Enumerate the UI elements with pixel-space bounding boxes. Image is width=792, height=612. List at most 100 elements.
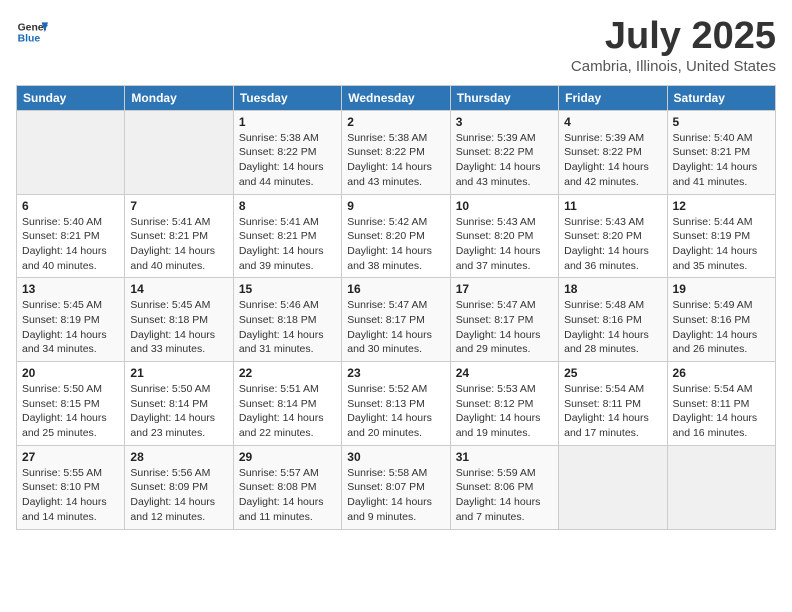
day-number: 27: [22, 450, 119, 464]
day-info: Sunrise: 5:39 AM Sunset: 8:22 PM Dayligh…: [564, 131, 661, 190]
calendar-day-cell: 16 Sunrise: 5:47 AM Sunset: 8:17 PM Dayli…: [342, 278, 450, 362]
day-number: 14: [130, 282, 227, 296]
calendar-day-cell: 23Sunrise: 5:52 AM Sunset: 8:13 PM Dayli…: [342, 362, 450, 446]
title-block: July 2025 Cambria, Illinois, United Stat…: [571, 16, 776, 75]
calendar-week-row: 27 Sunrise: 5:55 AM Sunset: 8:10 PM Dayli…: [17, 445, 776, 529]
day-info: Sunrise: 5:45 AM Sunset: 8:18 PM Dayligh…: [130, 298, 227, 357]
day-info: Sunrise: 5:54 AM Sunset: 8:11 PM Dayligh…: [673, 382, 770, 441]
day-info: Sunrise: 5:56 AM Sunset: 8:09 PM Dayligh…: [130, 466, 227, 525]
day-number: 5: [673, 115, 770, 129]
day-info: Sunrise: 5:38 AM Sunset: 8:22 PM Dayligh…: [347, 131, 444, 190]
logo-icon: General Blue: [16, 16, 48, 48]
day-info: Sunrise: 5:41 AM Sunset: 8:21 PM Dayligh…: [239, 215, 336, 274]
calendar-day-cell: 25 Sunrise: 5:54 AM Sunset: 8:11 PM Dayli…: [559, 362, 667, 446]
day-info: Sunrise: 5:55 AM Sunset: 8:10 PM Dayligh…: [22, 466, 119, 525]
day-info: Sunrise: 5:53 AM Sunset: 8:12 PM Dayligh…: [456, 382, 553, 441]
day-info: Sunrise: 5:50 AM Sunset: 8:14 PM Dayligh…: [130, 382, 227, 441]
day-number: 25: [564, 366, 661, 380]
day-number: 8: [239, 199, 336, 213]
day-number: 17: [456, 282, 553, 296]
calendar-day-cell: 26 Sunrise: 5:54 AM Sunset: 8:11 PM Dayli…: [667, 362, 775, 446]
day-info: Sunrise: 5:45 AM Sunset: 8:19 PM Dayligh…: [22, 298, 119, 357]
day-info: Sunrise: 5:42 AM Sunset: 8:20 PM Dayligh…: [347, 215, 444, 274]
day-number: 31: [456, 450, 553, 464]
day-number: 13: [22, 282, 119, 296]
calendar-day-cell: 28 Sunrise: 5:56 AM Sunset: 8:09 PM Dayli…: [125, 445, 233, 529]
calendar-day-cell: 5Sunrise: 5:40 AM Sunset: 8:21 PM Daylig…: [667, 110, 775, 194]
calendar-day-cell: 14 Sunrise: 5:45 AM Sunset: 8:18 PM Dayli…: [125, 278, 233, 362]
calendar-week-row: 6 Sunrise: 5:40 AM Sunset: 8:21 PM Daylig…: [17, 194, 776, 278]
calendar-weekday-header: Saturday: [667, 85, 775, 110]
day-info: Sunrise: 5:38 AM Sunset: 8:22 PM Dayligh…: [239, 131, 336, 190]
day-number: 24: [456, 366, 553, 380]
calendar-day-cell: 27 Sunrise: 5:55 AM Sunset: 8:10 PM Dayli…: [17, 445, 125, 529]
calendar-day-cell: 9 Sunrise: 5:42 AM Sunset: 8:20 PM Daylig…: [342, 194, 450, 278]
day-number: 21: [130, 366, 227, 380]
calendar-day-cell: 18Sunrise: 5:48 AM Sunset: 8:16 PM Dayli…: [559, 278, 667, 362]
calendar-day-cell: 10 Sunrise: 5:43 AM Sunset: 8:20 PM Dayli…: [450, 194, 558, 278]
calendar-week-row: 20 Sunrise: 5:50 AM Sunset: 8:15 PM Dayli…: [17, 362, 776, 446]
day-info: Sunrise: 5:51 AM Sunset: 8:14 PM Dayligh…: [239, 382, 336, 441]
calendar-day-cell: 7Sunrise: 5:41 AM Sunset: 8:21 PM Daylig…: [125, 194, 233, 278]
day-number: 29: [239, 450, 336, 464]
calendar-day-cell: 24 Sunrise: 5:53 AM Sunset: 8:12 PM Dayli…: [450, 362, 558, 446]
day-number: 15: [239, 282, 336, 296]
day-number: 10: [456, 199, 553, 213]
calendar-day-cell: 13 Sunrise: 5:45 AM Sunset: 8:19 PM Dayli…: [17, 278, 125, 362]
calendar-weekday-header: Tuesday: [233, 85, 341, 110]
day-info: Sunrise: 5:59 AM Sunset: 8:06 PM Dayligh…: [456, 466, 553, 525]
calendar-day-cell: 19Sunrise: 5:49 AM Sunset: 8:16 PM Dayli…: [667, 278, 775, 362]
calendar-day-cell: [125, 110, 233, 194]
calendar-day-cell: 15 Sunrise: 5:46 AM Sunset: 8:18 PM Dayli…: [233, 278, 341, 362]
day-number: 9: [347, 199, 444, 213]
day-number: 16: [347, 282, 444, 296]
calendar-day-cell: 1 Sunrise: 5:38 AM Sunset: 8:22 PM Daylig…: [233, 110, 341, 194]
day-number: 23: [347, 366, 444, 380]
day-info: Sunrise: 5:46 AM Sunset: 8:18 PM Dayligh…: [239, 298, 336, 357]
day-info: Sunrise: 5:40 AM Sunset: 8:21 PM Dayligh…: [22, 215, 119, 274]
calendar-day-cell: 21 Sunrise: 5:50 AM Sunset: 8:14 PM Dayli…: [125, 362, 233, 446]
calendar-table: SundayMondayTuesdayWednesdayThursdayFrid…: [16, 85, 776, 530]
calendar-weekday-header: Wednesday: [342, 85, 450, 110]
day-number: 20: [22, 366, 119, 380]
day-number: 22: [239, 366, 336, 380]
day-number: 4: [564, 115, 661, 129]
day-number: 3: [456, 115, 553, 129]
calendar-day-cell: [667, 445, 775, 529]
day-info: Sunrise: 5:57 AM Sunset: 8:08 PM Dayligh…: [239, 466, 336, 525]
day-number: 18: [564, 282, 661, 296]
calendar-day-cell: 30Sunrise: 5:58 AM Sunset: 8:07 PM Dayli…: [342, 445, 450, 529]
calendar-day-cell: 3 Sunrise: 5:39 AM Sunset: 8:22 PM Daylig…: [450, 110, 558, 194]
calendar-day-cell: 20 Sunrise: 5:50 AM Sunset: 8:15 PM Dayli…: [17, 362, 125, 446]
day-info: Sunrise: 5:44 AM Sunset: 8:19 PM Dayligh…: [673, 215, 770, 274]
calendar-day-cell: 22 Sunrise: 5:51 AM Sunset: 8:14 PM Dayli…: [233, 362, 341, 446]
day-number: 30: [347, 450, 444, 464]
day-info: Sunrise: 5:43 AM Sunset: 8:20 PM Dayligh…: [564, 215, 661, 274]
day-number: 28: [130, 450, 227, 464]
day-number: 2: [347, 115, 444, 129]
day-number: 1: [239, 115, 336, 129]
calendar-day-cell: 17Sunrise: 5:47 AM Sunset: 8:17 PM Dayli…: [450, 278, 558, 362]
calendar-week-row: 13 Sunrise: 5:45 AM Sunset: 8:19 PM Dayli…: [17, 278, 776, 362]
calendar-day-cell: 4 Sunrise: 5:39 AM Sunset: 8:22 PM Daylig…: [559, 110, 667, 194]
calendar-weekday-header: Thursday: [450, 85, 558, 110]
calendar-day-cell: 29 Sunrise: 5:57 AM Sunset: 8:08 PM Dayli…: [233, 445, 341, 529]
day-number: 6: [22, 199, 119, 213]
calendar-weekday-header: Monday: [125, 85, 233, 110]
day-info: Sunrise: 5:39 AM Sunset: 8:22 PM Dayligh…: [456, 131, 553, 190]
day-number: 7: [130, 199, 227, 213]
calendar-day-cell: 31 Sunrise: 5:59 AM Sunset: 8:06 PM Dayli…: [450, 445, 558, 529]
calendar-weekday-header: Sunday: [17, 85, 125, 110]
logo: General Blue: [16, 16, 48, 48]
day-info: Sunrise: 5:54 AM Sunset: 8:11 PM Dayligh…: [564, 382, 661, 441]
calendar-day-cell: 12 Sunrise: 5:44 AM Sunset: 8:19 PM Dayli…: [667, 194, 775, 278]
svg-text:Blue: Blue: [18, 34, 41, 45]
day-info: Sunrise: 5:50 AM Sunset: 8:15 PM Dayligh…: [22, 382, 119, 441]
day-info: Sunrise: 5:47 AM Sunset: 8:17 PM Dayligh…: [347, 298, 444, 357]
day-number: 26: [673, 366, 770, 380]
page-title: July 2025: [571, 16, 776, 58]
day-info: Sunrise: 5:49 AM Sunset: 8:16 PM Dayligh…: [673, 298, 770, 357]
calendar-day-cell: 6 Sunrise: 5:40 AM Sunset: 8:21 PM Daylig…: [17, 194, 125, 278]
day-info: Sunrise: 5:43 AM Sunset: 8:20 PM Dayligh…: [456, 215, 553, 274]
day-number: 12: [673, 199, 770, 213]
